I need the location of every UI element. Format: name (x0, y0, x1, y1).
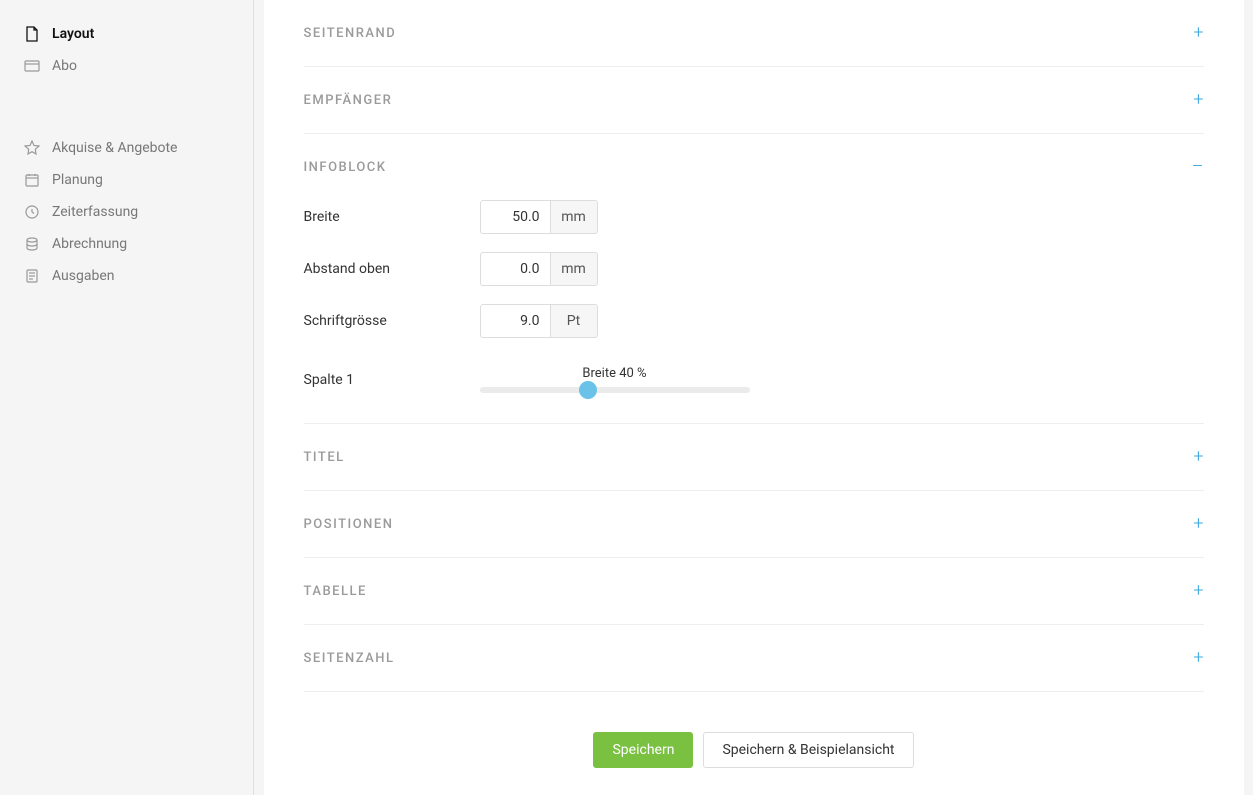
accordion-header-tabelle[interactable]: Tabelle + (304, 558, 1204, 624)
accordion-title: Positionen (304, 517, 394, 532)
accordion-title: Seitenrand (304, 26, 397, 41)
accordion-tabelle: Tabelle + (304, 558, 1204, 625)
sidebar-item-planung[interactable]: Planung (0, 164, 253, 196)
field-label: Spalte 1 (304, 372, 480, 388)
accordion-seitenzahl: Seitenzahl + (304, 625, 1204, 692)
plus-icon: + (1193, 24, 1203, 42)
unit-label: Pt (550, 304, 598, 338)
main-content: Seitenrand + Empfänger + Infoblock – Bre… (254, 0, 1253, 795)
plus-icon: + (1193, 649, 1203, 667)
clock-icon (24, 204, 40, 220)
field-label: Breite (304, 209, 480, 225)
accordion-header-seitenrand[interactable]: Seitenrand + (304, 0, 1204, 66)
accordion-seitenrand: Seitenrand + (304, 0, 1204, 67)
accordion-body-infoblock: Breite mm Abstand oben mm Schriftgrösse (304, 200, 1204, 423)
slider-value-label: Breite 40 % (582, 366, 646, 381)
accordion-titel: Titel + (304, 424, 1204, 491)
unit-label: mm (550, 200, 598, 234)
sidebar-item-label: Zeiterfassung (52, 204, 138, 220)
form-row-breite: Breite mm (304, 200, 1204, 234)
slider-wrap: Breite 40 % (480, 366, 750, 393)
file-icon (24, 26, 40, 42)
accordion-empfaenger: Empfänger + (304, 67, 1204, 134)
unit-label: mm (550, 252, 598, 286)
slider-thumb[interactable] (579, 381, 597, 399)
form-row-spalte1: Spalte 1 Breite 40 % (304, 366, 1204, 393)
accordion-infoblock: Infoblock – Breite mm Abstand oben mm (304, 134, 1204, 424)
sidebar-item-akquise[interactable]: Akquise & Angebote (0, 132, 253, 164)
plus-icon: + (1193, 582, 1203, 600)
accordion-header-empfaenger[interactable]: Empfänger + (304, 67, 1204, 133)
save-preview-button[interactable]: Speichern & Beispielansicht (703, 732, 913, 768)
accordion-title: Seitenzahl (304, 651, 395, 666)
settings-panel: Seitenrand + Empfänger + Infoblock – Bre… (264, 0, 1244, 795)
input-group: Pt (480, 304, 598, 338)
sidebar-item-label: Akquise & Angebote (52, 140, 177, 156)
calendar-icon (24, 172, 40, 188)
sidebar-item-label: Ausgaben (52, 268, 115, 284)
receipt-icon (24, 268, 40, 284)
accordion-header-seitenzahl[interactable]: Seitenzahl + (304, 625, 1204, 691)
accordion-positionen: Positionen + (304, 491, 1204, 558)
accordion-title: Empfänger (304, 93, 393, 108)
stack-icon (24, 236, 40, 252)
field-label: Abstand oben (304, 261, 480, 277)
accordion-header-titel[interactable]: Titel + (304, 424, 1204, 490)
plus-icon: + (1193, 91, 1203, 109)
button-row: Speichern Speichern & Beispielansicht (304, 732, 1204, 768)
sidebar-item-abo[interactable]: Abo (0, 50, 253, 82)
card-icon (24, 58, 40, 74)
sidebar-item-layout[interactable]: Layout (0, 18, 253, 50)
sidebar-item-label: Layout (52, 26, 94, 42)
accordion-title: Tabelle (304, 584, 367, 599)
accordion-title: Titel (304, 450, 345, 465)
sidebar-item-label: Abo (52, 58, 77, 74)
sidebar-item-abrechnung[interactable]: Abrechnung (0, 228, 253, 260)
sidebar-item-zeiterfassung[interactable]: Zeiterfassung (0, 196, 253, 228)
accordion-title: Infoblock (304, 160, 387, 175)
star-icon (24, 140, 40, 156)
accordion-header-infoblock[interactable]: Infoblock – (304, 134, 1204, 200)
input-group: mm (480, 252, 598, 286)
schriftgroesse-input[interactable] (480, 304, 550, 338)
minus-icon: – (1192, 158, 1204, 176)
accordion-header-positionen[interactable]: Positionen + (304, 491, 1204, 557)
spalte1-slider[interactable] (480, 387, 750, 393)
save-button[interactable]: Speichern (593, 732, 693, 768)
field-label: Schriftgrösse (304, 313, 480, 329)
plus-icon: + (1193, 448, 1203, 466)
abstand-oben-input[interactable] (480, 252, 550, 286)
sidebar: Layout Abo Akquise & Angebote Planung Ze… (0, 0, 254, 795)
sidebar-item-ausgaben[interactable]: Ausgaben (0, 260, 253, 292)
form-row-schriftgroesse: Schriftgrösse Pt (304, 304, 1204, 338)
sidebar-separator (0, 82, 253, 132)
sidebar-item-label: Abrechnung (52, 236, 127, 252)
form-row-abstand-oben: Abstand oben mm (304, 252, 1204, 286)
breite-input[interactable] (480, 200, 550, 234)
sidebar-item-label: Planung (52, 172, 103, 188)
plus-icon: + (1193, 515, 1203, 533)
input-group: mm (480, 200, 598, 234)
